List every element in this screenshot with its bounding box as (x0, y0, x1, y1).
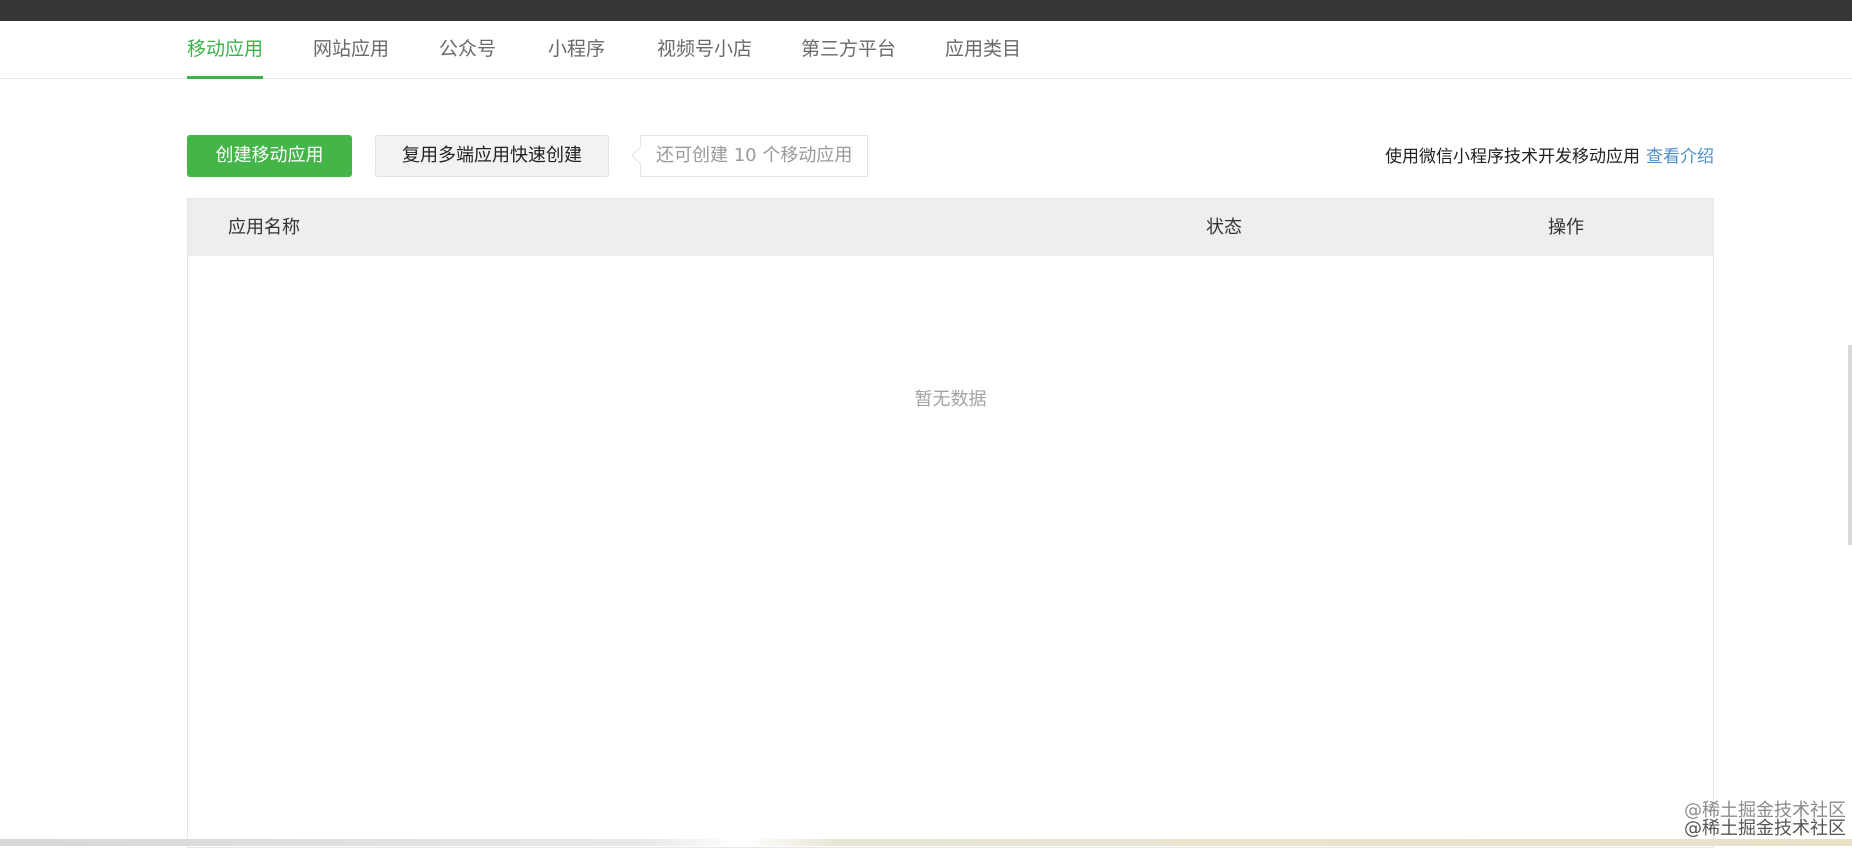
quota-tip: 还可创建 10 个移动应用 (640, 135, 868, 177)
tab-video-shop[interactable]: 视频号小店 (657, 21, 752, 78)
side-panel-edge[interactable] (1848, 345, 1852, 545)
intro-label: 使用微信小程序技术开发移动应用 (1385, 147, 1640, 167)
tab-website-app[interactable]: 网站应用 (313, 21, 389, 78)
column-status: 状态 (1206, 199, 1242, 256)
top-bar (0, 0, 1852, 21)
tab-mini-program[interactable]: 小程序 (548, 21, 605, 78)
watermark-line-2: @稀土掘金技术社区 (1684, 820, 1846, 838)
table-header: 应用名称 状态 操作 (188, 199, 1713, 256)
app-table: 应用名称 状态 操作 暂无数据 (187, 198, 1714, 848)
view-intro-link[interactable]: 查看介绍 (1646, 147, 1714, 167)
intro-text: 使用微信小程序技术开发移动应用查看介绍 (1385, 142, 1714, 167)
tab-mobile-app[interactable]: 移动应用 (187, 21, 263, 78)
tab-third-party-platform[interactable]: 第三方平台 (801, 21, 896, 78)
column-actions: 操作 (1548, 199, 1584, 256)
bottom-strip (0, 839, 1852, 846)
create-mobile-app-button[interactable]: 创建移动应用 (187, 135, 352, 177)
tab-bar: 移动应用 网站应用 公众号 小程序 视频号小店 第三方平台 应用类目 (0, 21, 1852, 79)
watermark: @稀土掘金技术社区 @稀土掘金技术社区 (1684, 802, 1846, 838)
tab-official-account[interactable]: 公众号 (439, 21, 496, 78)
reuse-multi-platform-button[interactable]: 复用多端应用快速创建 (375, 135, 609, 177)
column-app-name: 应用名称 (228, 199, 300, 256)
tab-app-category[interactable]: 应用类目 (945, 21, 1021, 78)
empty-state: 暂无数据 (188, 385, 1713, 411)
